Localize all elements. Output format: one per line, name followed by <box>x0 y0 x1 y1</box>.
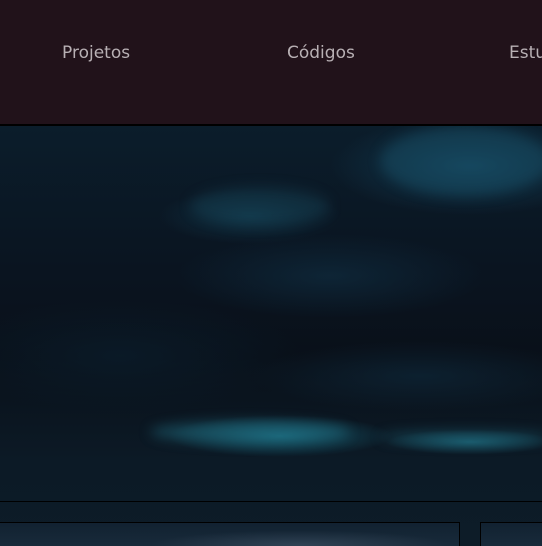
content-card[interactable] <box>480 522 542 546</box>
hero-background-image <box>0 126 542 546</box>
content-card[interactable] <box>0 522 460 546</box>
nav-link-codigos[interactable]: Códigos <box>287 42 355 64</box>
top-navbar: Projetos Códigos Estu <box>0 0 542 126</box>
cloud-shape <box>190 186 330 226</box>
cloud-shape <box>150 421 350 443</box>
nav-link-projetos[interactable]: Projetos <box>62 42 130 64</box>
cloud-shape <box>380 431 542 443</box>
cloud-shape <box>380 126 542 196</box>
nav-link-estudos[interactable]: Estu <box>509 42 542 64</box>
page: Projetos Códigos Estu <box>0 0 542 546</box>
section-divider <box>0 501 542 502</box>
